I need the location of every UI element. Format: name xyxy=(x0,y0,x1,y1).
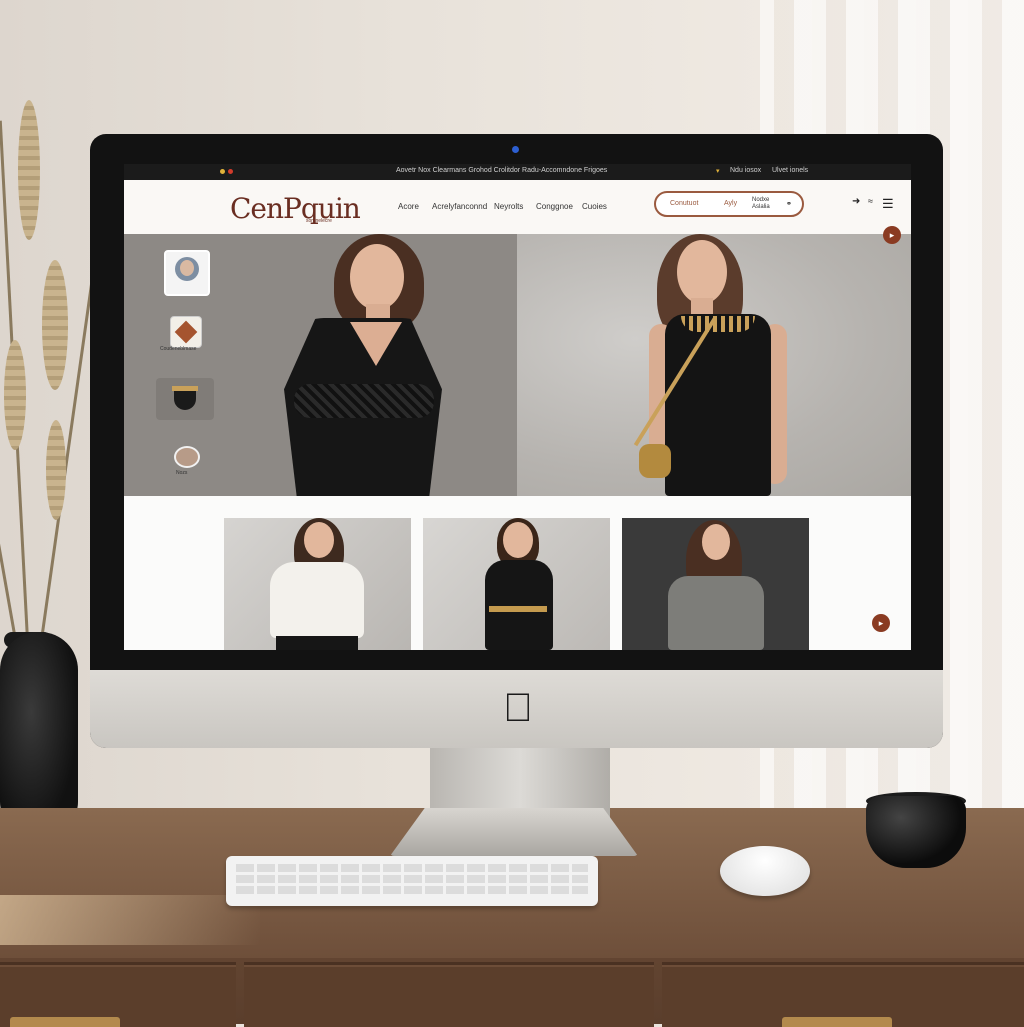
status-dot-icon xyxy=(228,169,233,174)
link-icon[interactable]: ⚭ xyxy=(786,200,792,208)
topbar-link[interactable]: Ulvet ionels xyxy=(772,167,808,174)
thumbnail-caption: Coudeneblmase xyxy=(160,346,197,352)
coffee-cup xyxy=(866,796,966,868)
desk-drawer[interactable] xyxy=(0,962,236,1027)
apple-logo-icon:  xyxy=(498,686,538,730)
hamburger-menu-icon[interactable]: ☰ xyxy=(882,196,894,212)
product-tile-belted-dress[interactable] xyxy=(423,518,610,650)
hero-panel-left[interactable]: Coudeneblmase Nozs xyxy=(124,234,517,496)
dropdown-icon[interactable]: ▾ xyxy=(716,167,720,175)
webcam-icon xyxy=(512,146,519,153)
thumbnail-accessory[interactable] xyxy=(156,378,214,420)
arrow-icon[interactable]: ➜ xyxy=(852,196,860,207)
monitor-stand-neck xyxy=(430,748,610,818)
thumbnail-portrait[interactable] xyxy=(172,444,200,470)
brand-tagline: somnelecre xyxy=(306,218,332,224)
announcement-bar: Aovetr Nox Clearmans Grohod Crolitdor Ra… xyxy=(124,164,911,180)
nav-link-collections[interactable]: Acrelyfanconnd xyxy=(432,202,487,211)
mouse[interactable] xyxy=(720,846,810,896)
nav-link-home[interactable]: Acore xyxy=(398,202,419,211)
hero-panel-right[interactable]: ▸ xyxy=(517,226,911,496)
product-tile-white-blouse[interactable] xyxy=(224,518,411,650)
desk-drawer[interactable] xyxy=(244,962,654,1027)
carousel-next-button[interactable]: ▸ xyxy=(883,226,901,244)
site-header: CenPquin somnelecre Acore Acrelyfanconnd… xyxy=(124,180,911,234)
search-pill-option[interactable]: Ayly xyxy=(724,200,737,207)
search-pill[interactable]: Conutuot Ayly Nodxe Aslalia ⚭ xyxy=(654,191,804,217)
sunlight-patch xyxy=(0,895,260,945)
vase xyxy=(0,632,78,832)
monitor-stand-foot xyxy=(390,808,638,856)
nav-link-categories[interactable]: Conggnoe xyxy=(536,202,573,211)
search-pill-label: Conutuot xyxy=(670,200,699,207)
product-tile-grey-top[interactable] xyxy=(622,518,809,650)
browser-screen: Aovetr Nox Clearmans Grohod Crolitdor Ra… xyxy=(124,164,911,650)
announcement-text: Aovetr Nox Clearmans Grohod Crolitdor Ra… xyxy=(396,167,608,174)
thumbnail-product[interactable] xyxy=(170,316,202,348)
keyboard[interactable] xyxy=(226,856,598,906)
status-dot-icon xyxy=(220,169,225,174)
search-pill-account[interactable]: Nodxe Aslalia xyxy=(752,197,782,211)
wifi-icon[interactable]: ≈ xyxy=(868,196,873,206)
thumbnail-avatar[interactable] xyxy=(164,250,210,296)
nav-link-new[interactable]: Neyrolts xyxy=(494,202,523,211)
thumbnail-caption: Nozs xyxy=(176,470,188,476)
scroll-next-button[interactable]: ▸ xyxy=(872,614,890,632)
topbar-link[interactable]: Ndu iosox xyxy=(730,167,761,174)
nav-link-cookies[interactable]: Cuoies xyxy=(582,202,607,211)
brand-logo[interactable]: CenPquin xyxy=(230,192,361,225)
desk-drawer[interactable] xyxy=(662,962,1024,1027)
